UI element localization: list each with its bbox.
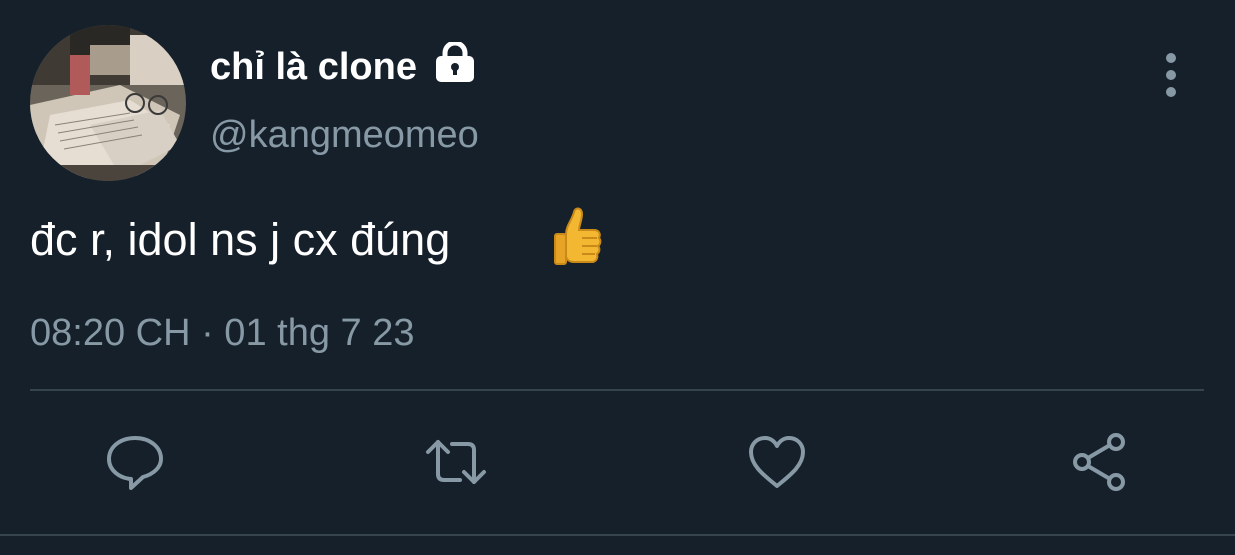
retweet-icon[interactable] [424,430,488,494]
more-options-icon[interactable] [1150,50,1192,100]
thumbs-up-icon [554,207,602,265]
bottom-divider [0,534,1235,536]
like-icon[interactable] [745,430,809,494]
tweet-text: đc r, idol ns j cx đúng [30,214,451,265]
display-name[interactable]: chỉ là clone [210,44,417,90]
user-handle[interactable]: @kangmeomeo [210,112,479,158]
lock-icon [436,42,474,82]
reply-icon[interactable] [103,430,167,494]
tweet-timestamp[interactable]: 08:20 CH · 01 thg 7 23 [30,310,414,356]
avatar[interactable] [30,25,186,181]
share-icon[interactable] [1068,430,1132,494]
divider [30,389,1204,391]
tweet-detail: chỉ là clone @kangmeomeo đc r, idol ns j… [0,0,1235,555]
